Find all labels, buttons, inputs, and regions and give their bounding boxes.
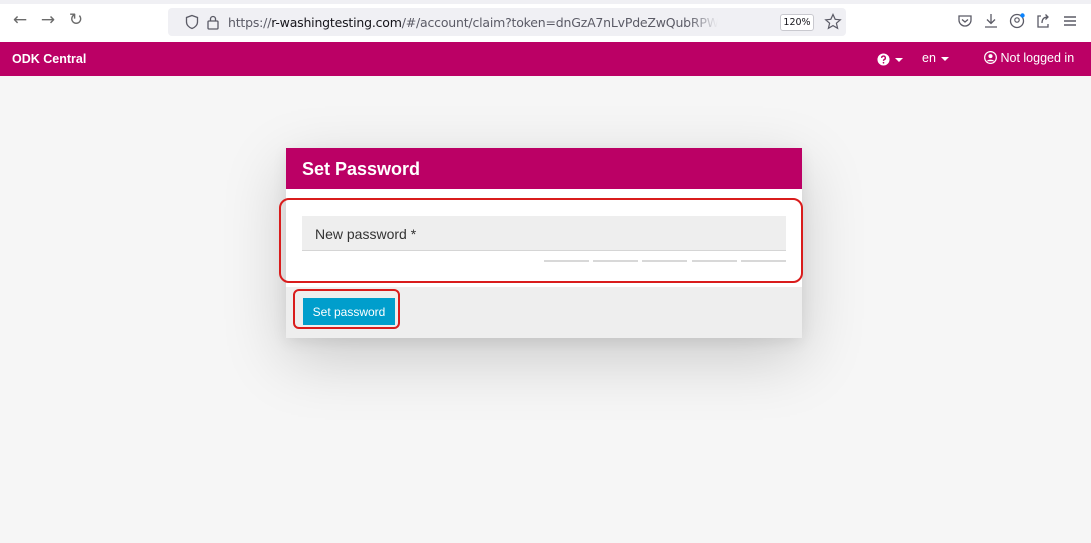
modal-header: Set Password <box>286 148 802 189</box>
help-menu[interactable] <box>877 51 903 67</box>
url-domain: r-washingtesting.com <box>271 15 402 30</box>
zoom-indicator[interactable]: 120% <box>780 14 814 31</box>
modal-title: Set Password <box>302 159 421 179</box>
chevron-down-icon <box>895 57 903 62</box>
share-icon[interactable] <box>1033 11 1053 31</box>
menu-icon[interactable] <box>1060 11 1080 31</box>
download-icon[interactable] <box>981 11 1001 31</box>
extensions-icon[interactable] <box>1007 11 1027 31</box>
user-menu[interactable]: Not logged in <box>984 51 1074 67</box>
app-navbar: ODK Central en Not logged in <box>0 42 1091 76</box>
language-menu[interactable]: en <box>922 51 949 67</box>
lock-icon[interactable] <box>206 14 220 30</box>
brand-logo[interactable]: ODK Central <box>12 52 86 66</box>
url-path: /#/account/claim?token=dnGzA7nLvPdeZwQub… <box>401 15 718 30</box>
question-circle-icon <box>877 53 890 66</box>
reload-icon[interactable]: ↻ <box>66 10 86 30</box>
tab-strip <box>0 0 1091 4</box>
url-prefix: https:// <box>228 15 272 30</box>
forward-arrow-icon[interactable]: → <box>38 10 58 30</box>
user-status: Not logged in <box>1000 51 1075 65</box>
browser-toolbar: ← → ↻ https://r-washingtesting.com/#/acc… <box>0 0 1091 42</box>
user-circle-icon <box>984 51 997 64</box>
shield-icon[interactable] <box>184 14 200 30</box>
back-arrow-icon[interactable]: ← <box>10 10 30 30</box>
language-label: en <box>922 51 936 65</box>
bookmark-star-icon[interactable] <box>823 12 843 32</box>
pocket-icon[interactable] <box>955 11 975 31</box>
annotation-highlight-field <box>279 198 803 283</box>
chevron-down-icon <box>940 56 949 61</box>
url-text[interactable]: https://r-washingtesting.com/#/account/c… <box>228 15 718 31</box>
annotation-highlight-button <box>293 289 400 329</box>
address-bar[interactable]: https://r-washingtesting.com/#/account/c… <box>168 8 846 36</box>
